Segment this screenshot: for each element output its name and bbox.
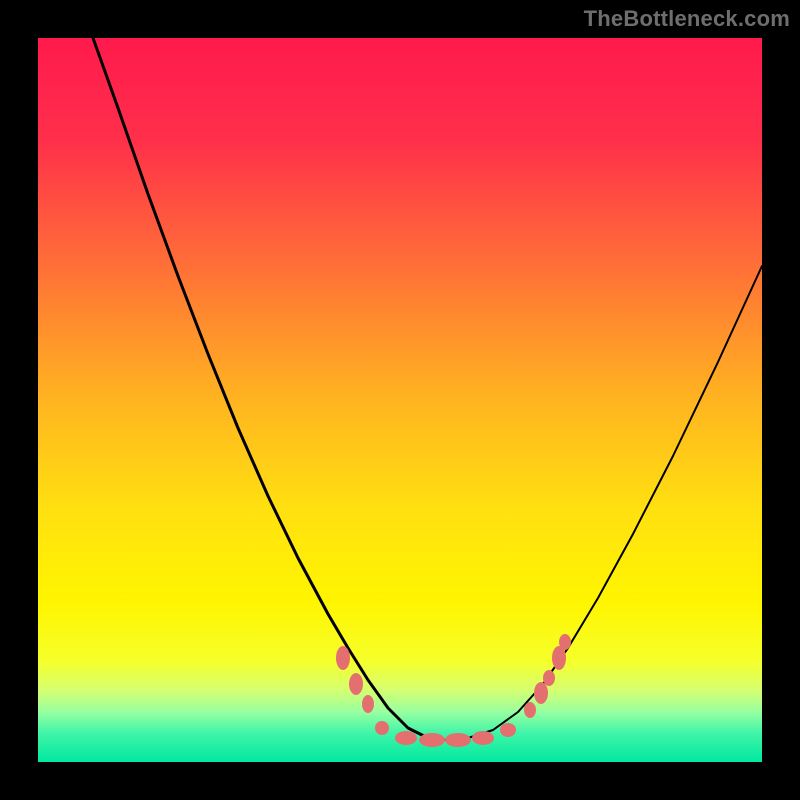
marker-dot [395,731,417,745]
marker-dot [534,682,548,704]
watermark-text: TheBottleneck.com [584,6,790,32]
marker-dot [362,695,374,713]
chart-frame: TheBottleneck.com [0,0,800,800]
curve-left-arm [93,38,443,740]
marker-dot [419,733,445,747]
v-curve [38,38,762,762]
marker-group [336,634,571,747]
marker-dot [375,721,389,735]
plot-area [38,38,762,762]
marker-dot [445,733,471,747]
marker-dot [336,646,350,670]
marker-dot [472,731,494,745]
marker-dot [500,723,516,737]
marker-dot [559,634,571,650]
curve-right-arm [443,266,762,740]
marker-dot [349,673,363,695]
marker-dot [543,670,555,686]
marker-dot [524,702,536,718]
